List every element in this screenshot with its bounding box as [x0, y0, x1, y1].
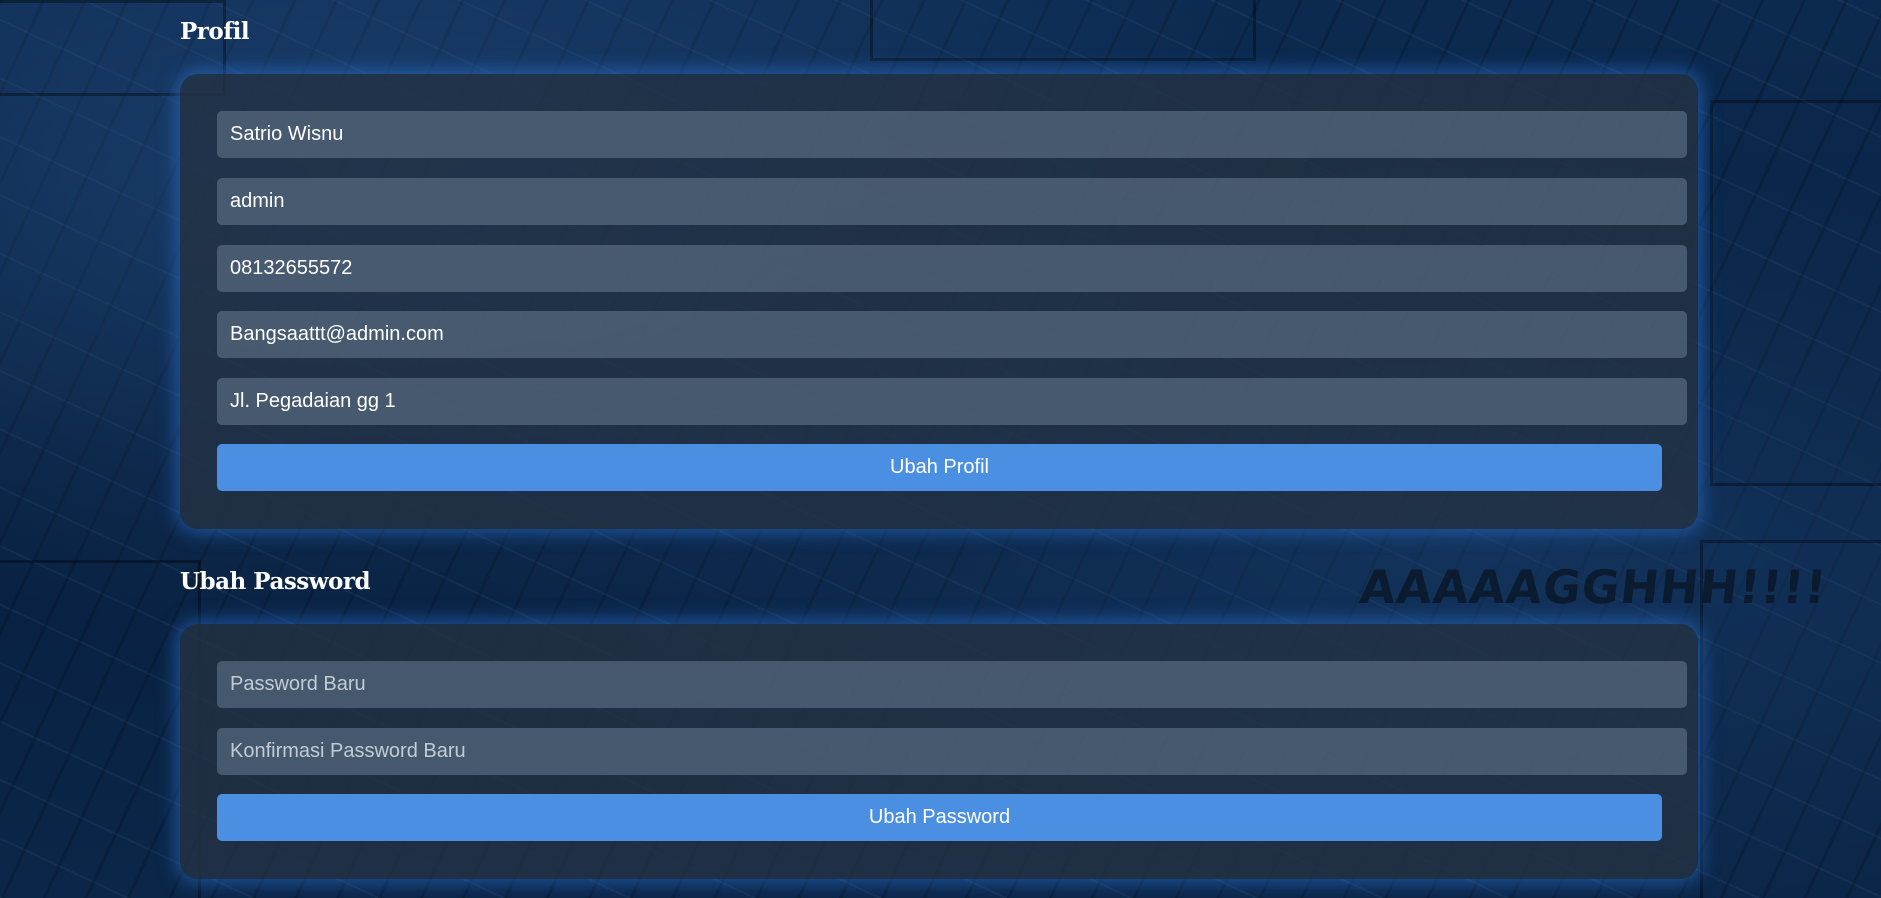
- username-field[interactable]: [217, 178, 1687, 225]
- address-field[interactable]: [217, 378, 1687, 425]
- comic-panel-frame: [1710, 100, 1881, 486]
- comic-panel-frame: [870, 0, 1256, 61]
- phone-field[interactable]: [217, 245, 1687, 292]
- password-section-title: Ubah Password: [180, 568, 371, 595]
- confirm-password-field[interactable]: [217, 728, 1687, 775]
- profile-card: Ubah Profil: [180, 74, 1698, 529]
- comic-panel-frame: [0, 560, 201, 898]
- password-card: Ubah Password: [180, 624, 1698, 879]
- profile-section-title: Profil: [180, 18, 250, 45]
- new-password-field[interactable]: [217, 661, 1687, 708]
- email-field[interactable]: [217, 311, 1687, 358]
- update-profile-button[interactable]: Ubah Profil: [217, 444, 1662, 491]
- update-password-button[interactable]: Ubah Password: [217, 794, 1662, 841]
- comic-sound-effect: AAAAAGGHHH!!!!: [1357, 560, 1830, 614]
- name-field[interactable]: [217, 111, 1687, 158]
